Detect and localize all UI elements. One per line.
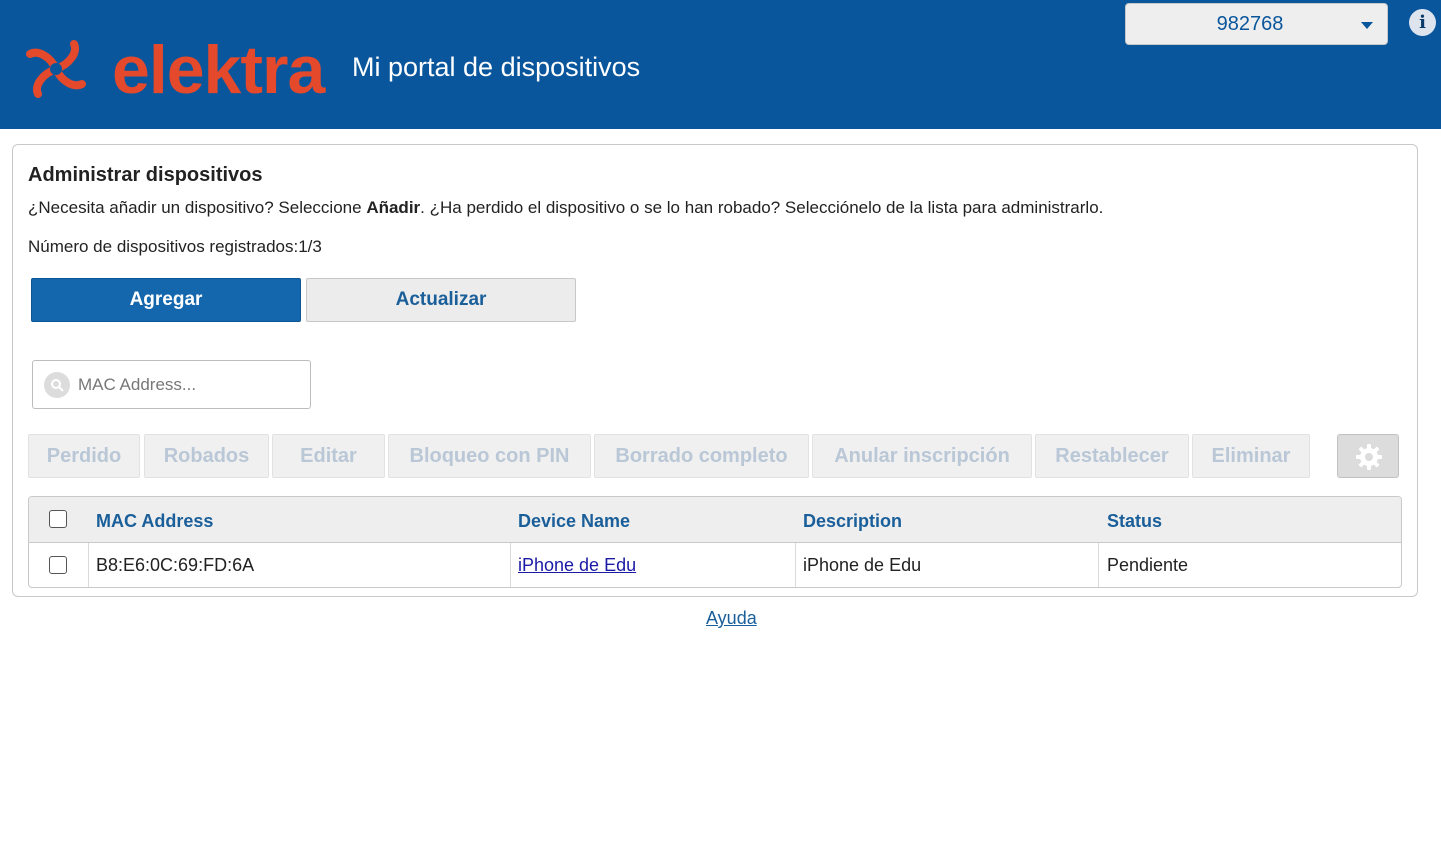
table-row[interactable]: B8:E6:0C:69:FD:6A iPhone de Edu iPhone d…: [29, 543, 1401, 587]
settings-button[interactable]: [1337, 434, 1399, 478]
cell-status: Pendiente: [1107, 555, 1189, 575]
logo-wordmark: elektra: [112, 32, 325, 108]
device-count-text: Número de dispositivos registrados:1/3: [28, 237, 322, 256]
devices-table: MAC Address Device Name Description Stat…: [28, 496, 1402, 588]
elektra-logo: elektra: [20, 34, 325, 104]
stolen-button[interactable]: Robados: [144, 434, 269, 478]
portal-title: Mi portal de dispositivos: [352, 52, 641, 82]
unenroll-button[interactable]: Anular inscripción: [812, 434, 1032, 478]
help-link[interactable]: Ayuda: [706, 608, 757, 629]
edit-button[interactable]: Editar: [272, 434, 385, 478]
delete-button[interactable]: Eliminar: [1192, 434, 1310, 478]
instructions-part-1: ¿Necesita añadir un dispositivo? Selecci…: [28, 198, 367, 217]
search-input[interactable]: [78, 373, 303, 397]
full-wipe-button[interactable]: Borrado completo: [594, 434, 809, 478]
gear-icon: [1356, 444, 1382, 470]
column-header-description[interactable]: Description: [803, 511, 902, 532]
instructions-text: ¿Necesita añadir un dispositivo? Selecci…: [28, 198, 1103, 218]
table-header: MAC Address Device Name Description Stat…: [29, 497, 1401, 543]
row-checkbox[interactable]: [49, 556, 67, 574]
column-header-device-name[interactable]: Device Name: [518, 511, 630, 532]
manage-devices-panel: Administrar dispositivos ¿Necesita añadi…: [12, 144, 1418, 597]
instructions-bold: Añadir: [366, 198, 421, 217]
reset-button[interactable]: Restablecer: [1035, 434, 1189, 478]
page-title: Administrar dispositivos: [28, 164, 263, 186]
select-all-checkbox[interactable]: [49, 510, 67, 528]
search-field: [32, 360, 311, 409]
cell-description: iPhone de Edu: [803, 555, 922, 575]
add-device-button[interactable]: Agregar: [31, 278, 301, 322]
column-header-mac[interactable]: MAC Address: [96, 511, 213, 532]
header-bar: elektra Mi portal de dispositivos 982768…: [0, 0, 1441, 129]
instructions-part-2: . ¿Ha perdido el dispositivo o se lo han…: [420, 198, 1104, 217]
account-dropdown[interactable]: 982768: [1125, 3, 1388, 45]
cell-mac-address: B8:E6:0C:69:FD:6A: [96, 555, 255, 575]
chevron-down-icon: [1361, 22, 1373, 29]
elektra-logo-mark: [26, 40, 86, 98]
search-icon: [44, 372, 70, 398]
refresh-button[interactable]: Actualizar: [306, 278, 576, 322]
lost-button[interactable]: Perdido: [28, 434, 140, 478]
account-value: 982768: [1216, 13, 1284, 35]
pin-lock-button[interactable]: Bloqueo con PIN: [388, 434, 591, 478]
device-name-link[interactable]: iPhone de Edu: [510, 543, 636, 587]
info-icon[interactable]: i: [1409, 9, 1436, 36]
column-header-status[interactable]: Status: [1107, 511, 1162, 532]
